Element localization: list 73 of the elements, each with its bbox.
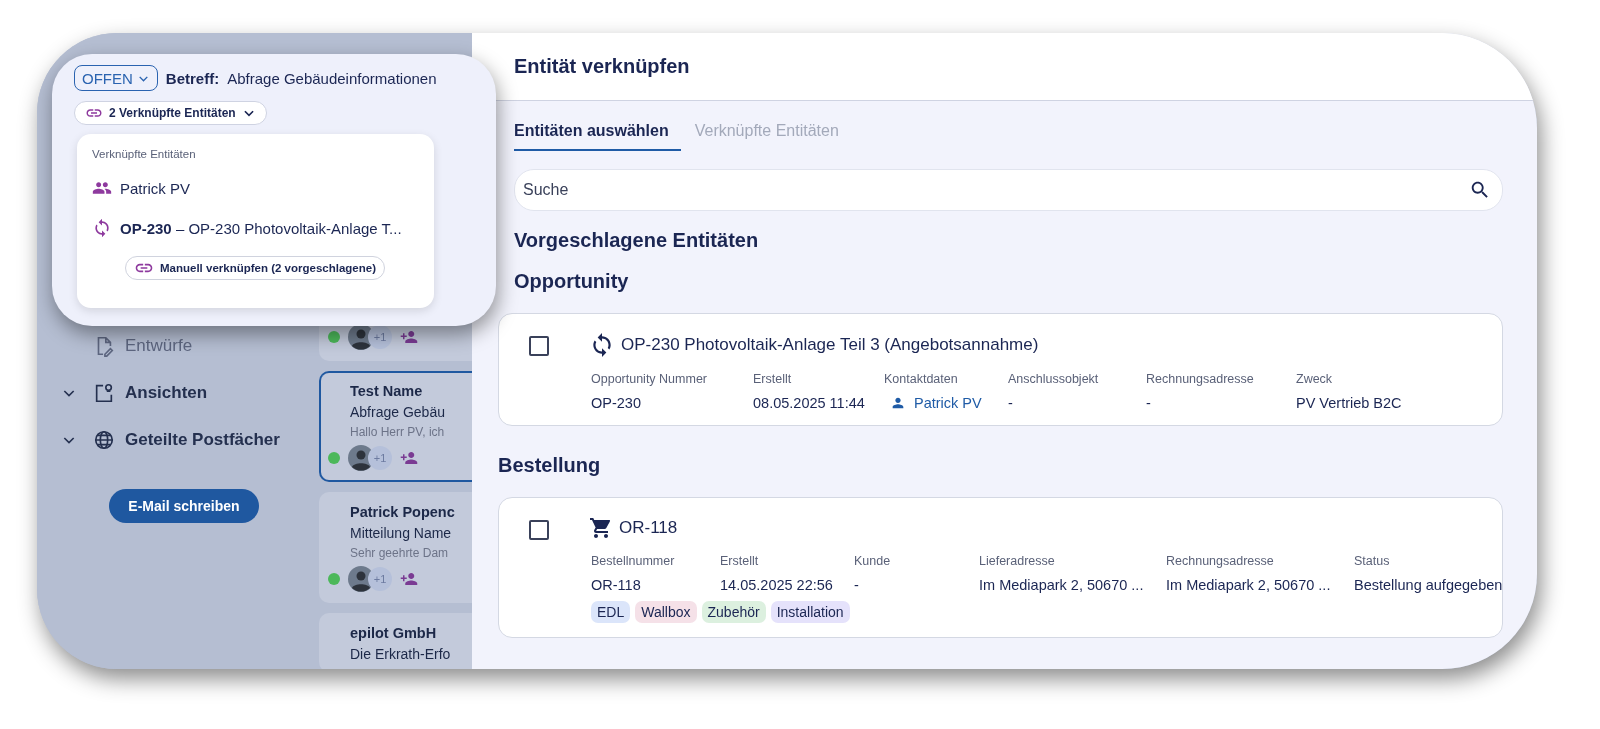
checkbox[interactable] [529, 520, 549, 540]
field-label: Rechnungsadresse [1166, 554, 1275, 568]
compose-button[interactable]: E-Mail schreiben [109, 489, 259, 523]
field-value: - [854, 577, 860, 593]
mail-subject: Abfrage Gebäu [350, 404, 446, 420]
more-count: +1 [368, 567, 392, 591]
tag: Installation [770, 601, 850, 623]
mail-card[interactable]: Patrick Popenc Mitteilung Name Sehr geehrte Dam +1 [319, 492, 472, 603]
status-dropdown[interactable]: OFFEN [74, 65, 158, 91]
add-person-icon[interactable] [400, 328, 418, 346]
sender-name: epilot GmbH [350, 625, 438, 641]
menu-header: Verknüpfte Entitäten [92, 148, 197, 160]
field-value: Bestellung aufgegeben [1354, 577, 1503, 593]
add-person-icon[interactable] [400, 570, 418, 588]
status-dot [328, 573, 340, 585]
field-label: Bestellnummer [591, 554, 676, 568]
add-person-icon[interactable] [400, 449, 418, 467]
section-heading: Opportunity [513, 270, 630, 293]
field-value: OR-118 [591, 577, 642, 593]
field-label: Status [1354, 554, 1391, 568]
entity-title[interactable]: OR-118 [619, 518, 678, 538]
link-manually-button[interactable]: Manuell verknüpfen (2 vorgeschlagene) [125, 256, 385, 280]
mail-card[interactable]: epilot GmbH Die Erkrath-Erfo [319, 613, 472, 669]
field-value: 14.05.2025 22:56 [720, 577, 834, 593]
sender-name: Test Name [350, 383, 424, 399]
field-value: PV Vertrieb B2C [1296, 395, 1402, 411]
cart-icon [589, 516, 613, 540]
field-label: Zweck [1296, 372, 1334, 386]
field-value: 08.05.2025 11:44 [753, 395, 866, 411]
field-label: Erstellt [720, 554, 760, 568]
menu-item[interactable]: Patrick PV [120, 179, 191, 197]
field-label: Rechnungsadresse [1146, 372, 1255, 386]
field-value: Im Mediapark 2, 50670 ... [979, 577, 1145, 593]
search-field[interactable]: Suche [514, 169, 1504, 211]
sender-name: Patrick Popenc [350, 504, 456, 520]
field-value: - [1146, 395, 1152, 411]
field-label: Anschlussobjekt [1008, 372, 1100, 386]
field-value: Im Mediapark 2, 50670 ... [1166, 577, 1332, 593]
checkbox[interactable] [529, 336, 549, 356]
status-dot [328, 331, 340, 343]
person-icon [890, 395, 906, 411]
dialog-title: Entität verknüpfen [514, 55, 690, 78]
mail-preview: Sehr geehrte Dam [350, 546, 450, 560]
field-label: Kontaktdaten [884, 372, 959, 386]
section-heading: Vorgeschlagene Entitäten [513, 229, 760, 252]
subject-label: Betreff: [165, 69, 220, 87]
subject-text: Abfrage Gebäudeinformationen [227, 69, 437, 87]
more-count: +1 [368, 446, 392, 470]
field-label: Lieferadresse [979, 554, 1056, 568]
menu-item[interactable]: OP-230 – OP-230 Photovoltaik-Anlage T... [120, 219, 402, 237]
globe-icon [93, 428, 115, 451]
sync-icon [92, 218, 112, 238]
field-label: Erstellt [753, 372, 793, 386]
tab[interactable]: Entitäten auswählen [514, 114, 681, 151]
contact-link[interactable]: Patrick PV [914, 395, 982, 411]
views-icon [93, 381, 115, 404]
status-dot [328, 452, 340, 464]
section-heading: Bestellung [498, 454, 602, 477]
field-value: OP-230 [591, 395, 642, 411]
tag: EDL [591, 601, 631, 623]
mail-card[interactable]: Test Name Abfrage Gebäu Hallo Herr PV, ich +1 [319, 371, 472, 482]
tag: Zubehör [701, 601, 766, 623]
field-label: Kunde [854, 554, 892, 568]
sidebar-item[interactable]: Geteilte Postfächer [37, 416, 319, 463]
tag: Wallbox [635, 601, 697, 623]
sidebar-item[interactable]: Ansichten [37, 369, 319, 416]
linked-entities-dropdown[interactable]: 2 Verknüpfte Entitäten [74, 101, 267, 125]
mail-subject: Mitteilung Name [350, 525, 453, 541]
field-value: - [1008, 395, 1014, 411]
entity-title[interactable]: OP-230 Photovoltaik-Anlage Teil 3 (Angebotsannahme) [621, 335, 1039, 355]
mail-subject: Die Erkrath-Erfo [350, 646, 452, 662]
mail-preview: Hallo Herr PV, ich [350, 425, 446, 439]
field-label: Opportunity Nummer [591, 372, 708, 386]
